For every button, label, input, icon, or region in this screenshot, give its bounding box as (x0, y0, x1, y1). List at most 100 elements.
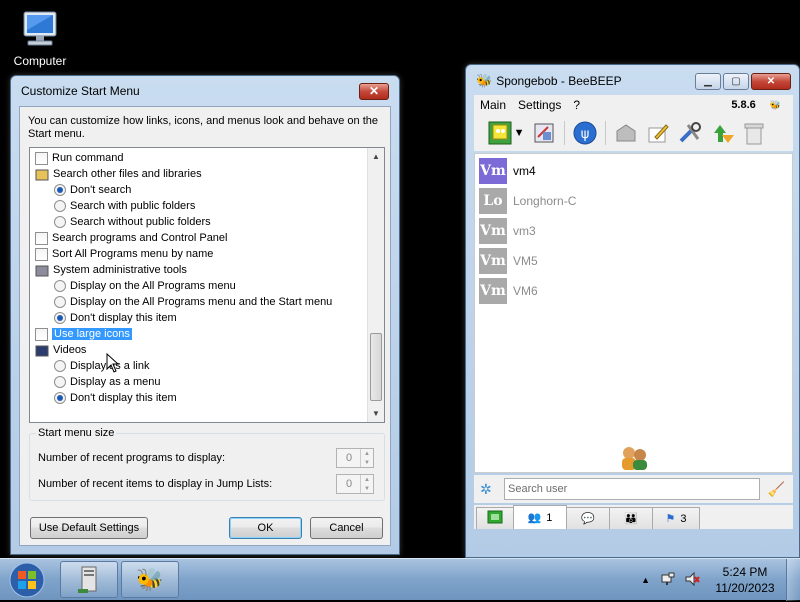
user-row[interactable]: Vm VM5 (479, 247, 538, 275)
status-icon[interactable] (532, 121, 556, 145)
edit-icon[interactable] (646, 121, 670, 145)
clear-search-icon[interactable]: 🧹 (768, 481, 785, 498)
recent-programs-label: Number of recent programs to display: (38, 452, 226, 464)
option-radio-row[interactable]: Don't search (54, 182, 131, 198)
stepper-down-icon[interactable]: ▼ (364, 460, 370, 466)
network-icon[interactable]: ψ (573, 121, 597, 145)
radio-button[interactable] (54, 296, 66, 308)
avatar-dropdown-icon[interactable]: ▼ (514, 121, 525, 145)
user-name: vm4 (513, 164, 536, 178)
dialog-intro-text: You can customize how links, icons, and … (28, 115, 378, 140)
minimize-icon: ▁ (704, 75, 712, 87)
avatar-icon[interactable] (488, 121, 512, 145)
clock[interactable]: 5:24 PM 11/20/2023 (704, 564, 786, 596)
search-folder-icon (35, 168, 49, 181)
option-label: Use large icons (52, 328, 132, 340)
option-label: Search without public folders (70, 216, 211, 228)
radio-button[interactable] (54, 200, 66, 212)
ok-button[interactable]: OK (229, 517, 302, 539)
tab-notifications[interactable]: ⚑ 3 (652, 507, 700, 529)
search-settings-icon[interactable]: ✲ (480, 481, 492, 498)
admin-tools-icon (35, 264, 49, 277)
cancel-button[interactable]: Cancel (310, 517, 383, 539)
close-button[interactable]: ✕ (751, 72, 791, 90)
tools-icon[interactable] (678, 121, 702, 145)
user-row[interactable]: Vm vm3 (479, 217, 536, 245)
flag-icon: ⚑ (665, 513, 676, 525)
stepper-down-icon[interactable]: ▼ (364, 486, 370, 492)
menu-main[interactable]: Main (474, 98, 512, 112)
search-user-input[interactable]: Search user (504, 478, 760, 500)
option-radio-row[interactable]: Search with public folders (54, 198, 195, 214)
option-checkbox-row[interactable]: Run command (35, 150, 124, 166)
close-icon: ✕ (368, 84, 380, 98)
show-desktop-button[interactable] (786, 559, 800, 601)
checkbox[interactable] (35, 151, 48, 165)
recent-programs-stepper[interactable]: 0 ▲ ▼ (336, 448, 374, 468)
option-radio-row[interactable]: Display as a menu (54, 374, 161, 390)
beebeep-titlebar[interactable]: 🐝 Spongebob - BeeBEEP ▁ ▢ ✕ (466, 65, 799, 97)
option-radio-row[interactable]: Search without public folders (54, 214, 211, 230)
scroll-thumb[interactable] (370, 333, 382, 401)
menu-help[interactable]: ? (567, 98, 586, 112)
dialog-close-button[interactable]: ✕ (359, 82, 389, 100)
stepper-up-icon[interactable]: ▲ (364, 477, 370, 483)
options-scrollbar[interactable]: ▲ ▼ (367, 148, 384, 422)
tab-home[interactable] (476, 507, 514, 529)
tab-groups[interactable]: 👪 (609, 507, 653, 529)
maximize-button[interactable]: ▢ (723, 72, 749, 90)
start-button[interactable] (5, 561, 49, 599)
option-radio-row[interactable]: Display on the All Programs menu (54, 278, 236, 294)
mail-icon[interactable] (614, 121, 638, 145)
show-hidden-icons-button[interactable]: ▲ (641, 575, 650, 585)
radio-button[interactable] (54, 392, 66, 404)
volume-muted-icon[interactable] (684, 571, 700, 590)
user-row[interactable]: Vm vm4 (479, 157, 536, 185)
windows-orb-icon (9, 562, 45, 598)
option-group-row: Search other files and libraries (35, 166, 202, 182)
options-listbox[interactable]: Run command Search other files and librar… (29, 147, 385, 423)
tab-chats[interactable]: 💬 (566, 507, 610, 529)
options-list: Run command Search other files and librar… (30, 148, 367, 422)
radio-button[interactable] (54, 376, 66, 388)
recent-items-value: 0 (346, 478, 353, 490)
taskbar-start-menu-settings[interactable] (60, 561, 118, 598)
recent-items-stepper[interactable]: 0 ▲ ▼ (336, 474, 374, 494)
stepper-up-icon[interactable]: ▲ (364, 451, 370, 457)
radio-button[interactable] (54, 216, 66, 228)
desktop-icon-computer[interactable]: Computer (8, 8, 72, 68)
checkbox[interactable] (35, 247, 48, 261)
taskbar-beebeep[interactable]: 🐝 (121, 561, 179, 598)
radio-button[interactable] (54, 360, 66, 372)
tab-users[interactable]: 👥 1 (513, 505, 567, 529)
option-radio-row[interactable]: Display as a link (54, 358, 149, 374)
checkbox[interactable] (35, 231, 48, 245)
beebeep-title: Spongebob - BeeBEEP (496, 74, 622, 88)
recent-items-label: Number of recent items to display in Jum… (38, 478, 273, 490)
update-icon[interactable] (710, 121, 734, 145)
radio-button[interactable] (54, 312, 66, 324)
user-row[interactable]: Vm VM6 (479, 277, 538, 305)
option-label: Sort All Programs menu by name (52, 248, 214, 260)
scroll-up-icon[interactable]: ▲ (368, 148, 384, 165)
network-tray-icon[interactable] (660, 571, 676, 590)
minimize-button[interactable]: ▁ (695, 72, 721, 90)
option-checkbox-row[interactable]: Search programs and Control Panel (35, 230, 227, 246)
use-default-settings-button[interactable]: Use Default Settings (30, 517, 148, 539)
option-checkbox-row[interactable]: Sort All Programs menu by name (35, 246, 213, 262)
dialog-titlebar[interactable]: Customize Start Menu ✕ (11, 76, 399, 106)
option-checkbox-row[interactable]: Use large icons (35, 326, 132, 342)
option-radio-row[interactable]: Don't display this item (54, 310, 177, 326)
checkbox[interactable] (35, 327, 48, 341)
option-label: Search programs and Control Panel (52, 232, 228, 244)
user-row[interactable]: Lo Longhorn-C (479, 187, 576, 215)
trash-icon[interactable] (742, 121, 766, 145)
option-radio-row[interactable]: Don't display this item (54, 390, 177, 406)
user-avatar: Vm (479, 158, 507, 184)
menu-settings[interactable]: Settings (512, 98, 567, 112)
option-radio-row[interactable]: Display on the All Programs menu and the… (54, 294, 332, 310)
home-icon (487, 510, 503, 527)
radio-button[interactable] (54, 280, 66, 292)
scroll-down-icon[interactable]: ▼ (368, 405, 384, 422)
radio-button[interactable] (54, 184, 66, 196)
